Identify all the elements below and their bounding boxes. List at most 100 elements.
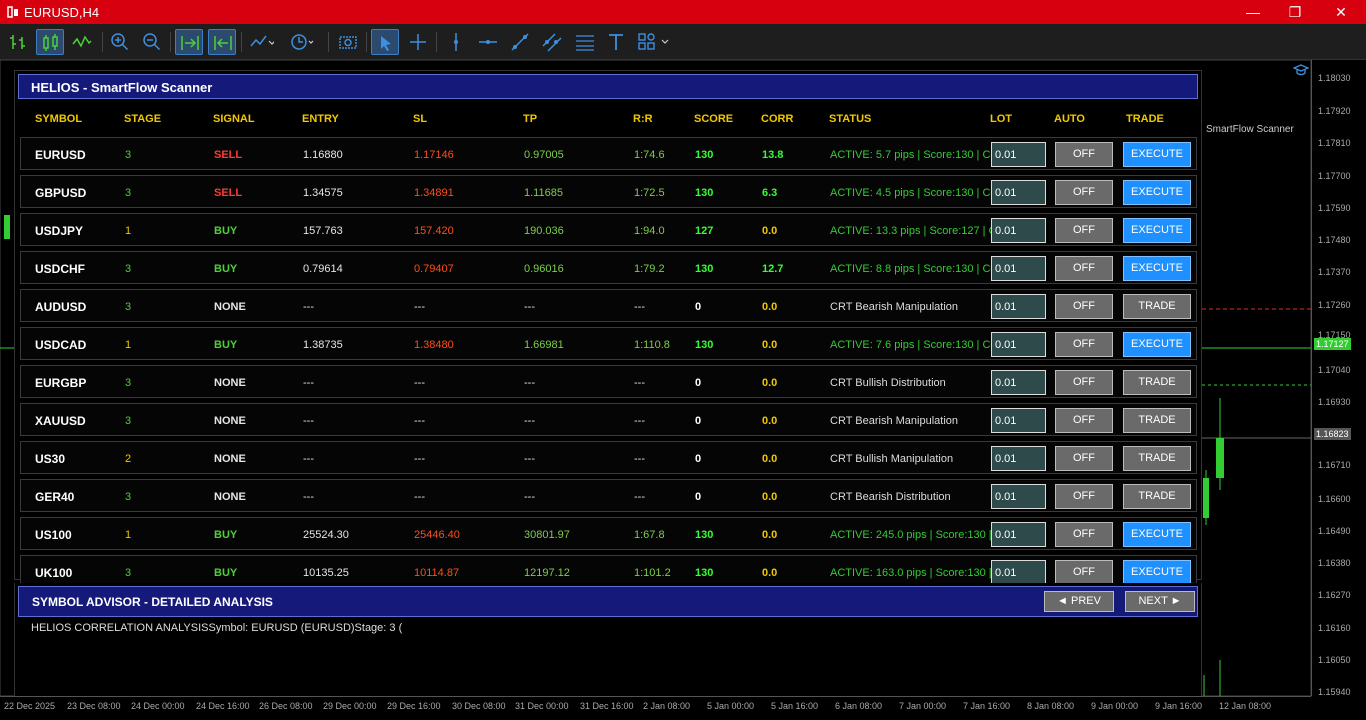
trade-button[interactable]: TRADE <box>1123 446 1191 471</box>
indicators-icon[interactable] <box>246 29 274 55</box>
price-label: 1.18030 <box>1318 73 1351 83</box>
corr-cell: 0.0 <box>762 453 778 465</box>
score-cell: 127 <box>695 225 714 237</box>
score-cell: 130 <box>695 529 714 541</box>
auto-toggle-button[interactable]: OFF <box>1055 560 1113 585</box>
tp-cell: --- <box>524 491 535 503</box>
price-label: 1.16600 <box>1318 494 1351 504</box>
prev-button[interactable]: ◄ PREV <box>1044 591 1114 612</box>
auto-toggle-button[interactable]: OFF <box>1055 522 1113 547</box>
auto-toggle-button[interactable]: OFF <box>1055 408 1113 433</box>
corr-cell: 0.0 <box>762 339 778 351</box>
zoom-out-icon[interactable] <box>138 29 166 55</box>
autoscroll-icon[interactable] <box>175 29 203 55</box>
rr-cell: --- <box>634 415 645 427</box>
execute-button[interactable]: EXECUTE <box>1123 256 1191 281</box>
execute-button[interactable]: EXECUTE <box>1123 560 1191 585</box>
auto-toggle-button[interactable]: OFF <box>1055 256 1113 281</box>
close-button[interactable]: ✕ <box>1332 3 1350 21</box>
text-icon[interactable] <box>602 29 630 55</box>
trade-button[interactable]: TRADE <box>1123 408 1191 433</box>
candlestick-icon[interactable] <box>36 29 64 55</box>
window-title: EURUSD,H4 <box>24 5 100 20</box>
sl-cell: --- <box>414 491 425 503</box>
lot-input[interactable]: 0.01 <box>991 180 1046 205</box>
tp-cell: 0.96016 <box>524 263 564 275</box>
trade-button[interactable]: TRADE <box>1123 294 1191 319</box>
score-cell: 130 <box>695 263 714 275</box>
execute-button[interactable]: EXECUTE <box>1123 218 1191 243</box>
tp-cell: 0.97005 <box>524 149 564 161</box>
minimize-button[interactable]: — <box>1244 3 1262 21</box>
smartflow-scanner-label: SmartFlow Scanner <box>1206 124 1294 135</box>
lot-input[interactable]: 0.01 <box>991 218 1046 243</box>
time-label: 8 Jan 08:00 <box>1027 701 1075 711</box>
price-label: 1.16930 <box>1318 397 1351 407</box>
lot-input[interactable]: 0.01 <box>991 446 1046 471</box>
time-label: 12 Jan 08:00 <box>1219 701 1272 711</box>
sl-cell: 10114.87 <box>414 567 460 579</box>
restore-button[interactable]: ❐ <box>1286 3 1304 21</box>
crosshair-icon[interactable] <box>404 29 432 55</box>
auto-toggle-button[interactable]: OFF <box>1055 332 1113 357</box>
cursor-icon[interactable] <box>371 29 399 55</box>
signal-cell: NONE <box>214 377 246 389</box>
lot-input[interactable]: 0.01 <box>991 294 1046 319</box>
auto-toggle-button[interactable]: OFF <box>1055 142 1113 167</box>
score-cell: 130 <box>695 567 714 579</box>
column-header-symbol: SYMBOL <box>35 113 83 125</box>
lot-input[interactable]: 0.01 <box>991 522 1046 547</box>
next-button[interactable]: NEXT ► <box>1125 591 1195 612</box>
corr-cell: 0.0 <box>762 377 778 389</box>
lot-input[interactable]: 0.01 <box>991 408 1046 433</box>
auto-toggle-button[interactable]: OFF <box>1055 370 1113 395</box>
execute-button[interactable]: EXECUTE <box>1123 522 1191 547</box>
time-label: 24 Dec 16:00 <box>196 701 250 711</box>
channel-icon[interactable] <box>538 29 566 55</box>
lot-input[interactable]: 0.01 <box>991 560 1046 585</box>
lot-input[interactable]: 0.01 <box>991 256 1046 281</box>
scanner-row-usdchf: USDCHF 3 BUY 0.79614 0.79407 0.96016 1:79.2 130… <box>20 251 1197 284</box>
periods-icon[interactable] <box>286 29 314 55</box>
auto-toggle-button[interactable]: OFF <box>1055 180 1113 205</box>
auto-toggle-button[interactable]: OFF <box>1055 218 1113 243</box>
auto-toggle-button[interactable]: OFF <box>1055 484 1113 509</box>
chart-shift-icon[interactable] <box>208 29 236 55</box>
price-axis: 1.18030 1.17920 1.17810 1.17700 1.17590 1.174… <box>1311 60 1366 697</box>
trend-line-icon[interactable] <box>506 29 534 55</box>
score-cell: 0 <box>695 377 702 389</box>
scanner-row-usdcad: USDCAD 1 BUY 1.38735 1.38480 1.66981 1:110.8 13… <box>20 327 1197 360</box>
trade-button[interactable]: TRADE <box>1123 484 1191 509</box>
zoom-in-icon[interactable] <box>106 29 134 55</box>
trade-button[interactable]: TRADE <box>1123 370 1191 395</box>
lot-input[interactable]: 0.01 <box>991 142 1046 167</box>
signal-cell: NONE <box>214 453 246 465</box>
price-label: 1.16490 <box>1318 526 1351 536</box>
execute-button[interactable]: EXECUTE <box>1123 180 1191 205</box>
score-cell: 130 <box>695 339 714 351</box>
scanner-row-us30: US30 2 NONE --- --- --- --- 0 0.0 CRT Bullish Man… <box>20 441 1197 474</box>
corr-cell: 0.0 <box>762 225 778 237</box>
line-chart-icon[interactable] <box>68 29 96 55</box>
stage-cell: 1 <box>125 529 132 541</box>
fibonacci-icon[interactable] <box>571 29 599 55</box>
execute-button[interactable]: EXECUTE <box>1123 142 1191 167</box>
bar-chart-icon[interactable] <box>4 29 32 55</box>
lot-input[interactable]: 0.01 <box>991 370 1046 395</box>
lot-input[interactable]: 0.01 <box>991 332 1046 357</box>
auto-toggle-button[interactable]: OFF <box>1055 446 1113 471</box>
horizontal-line-icon[interactable] <box>474 29 502 55</box>
price-label: 1.16710 <box>1318 460 1351 470</box>
shapes-icon[interactable] <box>634 29 669 55</box>
auto-toggle-button[interactable]: OFF <box>1055 294 1113 319</box>
lot-input[interactable]: 0.01 <box>991 484 1046 509</box>
status-cell: ACTIVE: 8.8 pips | Score:130 | Corr <box>830 263 992 275</box>
vertical-line-icon[interactable] <box>442 29 470 55</box>
status-cell: CRT Bullish Distribution <box>830 377 946 389</box>
execute-button[interactable]: EXECUTE <box>1123 332 1191 357</box>
screenshot-icon[interactable] <box>334 29 362 55</box>
column-header-entry: ENTRY <box>302 113 339 125</box>
time-label: 5 Jan 00:00 <box>707 701 755 711</box>
corr-cell: 0.0 <box>762 415 778 427</box>
rr-cell: 1:74.6 <box>634 149 665 161</box>
